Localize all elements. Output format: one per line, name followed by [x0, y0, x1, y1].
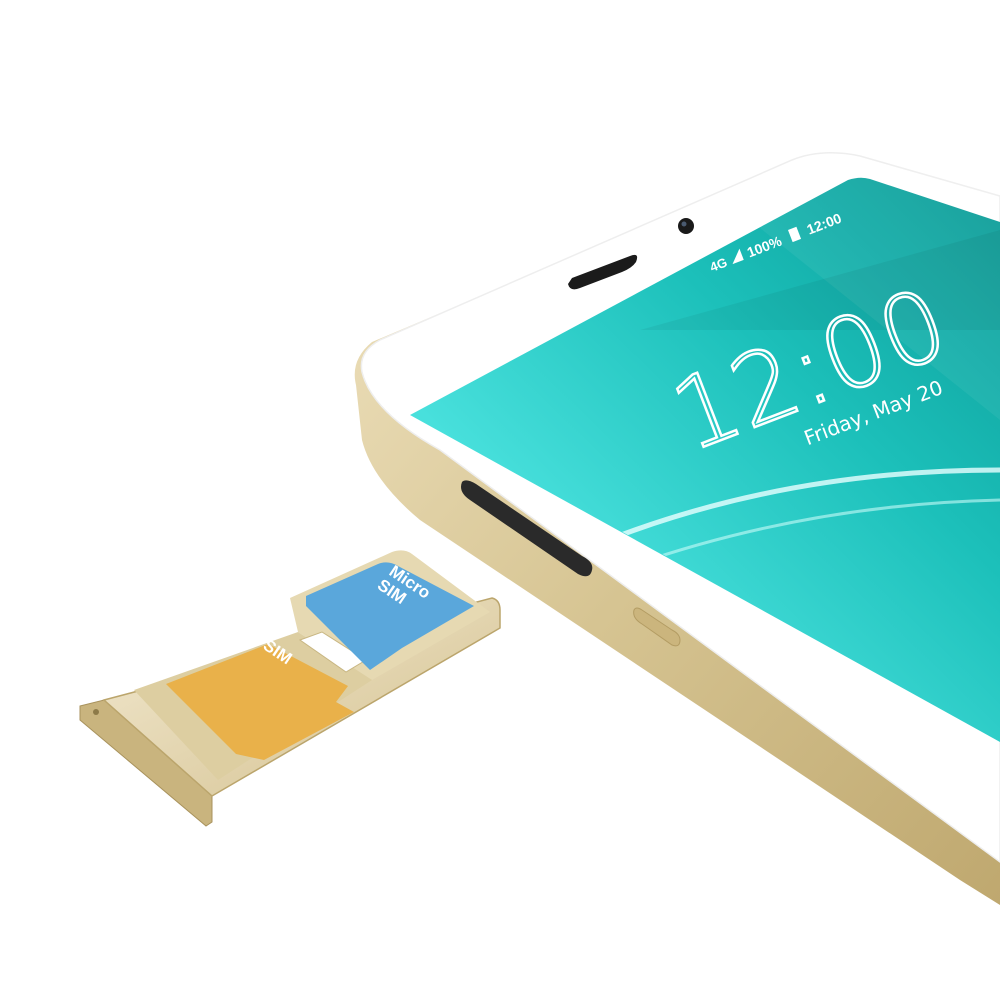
front-camera-icon [678, 218, 694, 234]
eject-pinhole [93, 709, 99, 715]
smartphone: 4G 100% 12:00 12:00 Friday, May 20 [354, 120, 1000, 906]
sim-tray[interactable]: Micro SIM SIM [79, 550, 501, 827]
product-scene: 4G 100% 12:00 12:00 Friday, May 20 Micro [79, 120, 1000, 906]
